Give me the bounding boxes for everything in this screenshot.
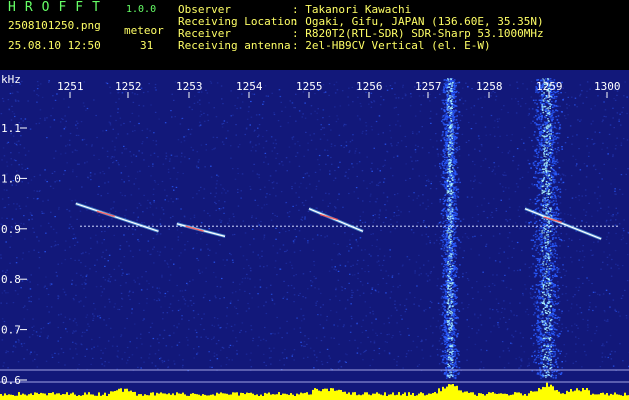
y-tick-label: 0.9 bbox=[1, 223, 21, 236]
x-tick-label: 1300 bbox=[594, 80, 621, 93]
x-tick-label: 1257 bbox=[415, 80, 442, 93]
antenna-value: : 2el-HB9CV Vertical (el. E-W) bbox=[292, 39, 491, 52]
y-tick-label: 0.7 bbox=[1, 324, 21, 337]
app-brand: HROFFT bbox=[8, 0, 109, 15]
header-panel: HROFFT 1.0.0 2508101250.png meteor 25.08… bbox=[0, 0, 629, 70]
meteor-count-label: meteor bbox=[124, 24, 164, 37]
image-filename: 2508101250.png bbox=[8, 19, 101, 32]
y-tick-label: 0.6 bbox=[1, 374, 21, 387]
y-tick-label: 1.0 bbox=[1, 172, 21, 185]
spectrogram-svg: 1251 1252 1253 1254 1255 1256 1257 1258 1259 1300… bbox=[0, 70, 629, 400]
antenna-label: Receiving antenna bbox=[178, 39, 291, 52]
x-tick-label: 1254 bbox=[236, 80, 263, 93]
y-axis-label: kHz bbox=[1, 73, 21, 86]
x-tick-label: 1256 bbox=[356, 80, 383, 93]
x-tick-label: 1259 bbox=[536, 80, 563, 93]
y-tick-label: 1.1 bbox=[1, 122, 21, 135]
x-tick-label: 1251 bbox=[57, 80, 84, 93]
app-version: 1.0.0 bbox=[126, 4, 157, 15]
x-tick-label: 1253 bbox=[176, 80, 203, 93]
timestamp: 25.08.10 12:50 bbox=[8, 39, 101, 52]
y-tick-label: 0.8 bbox=[1, 273, 21, 286]
x-tick-label: 1258 bbox=[476, 80, 503, 93]
meteor-count-value: 31 bbox=[140, 39, 154, 52]
x-tick-label: 1255 bbox=[296, 80, 323, 93]
x-tick-label: 1252 bbox=[115, 80, 142, 93]
spectrogram-plot: 1251 1252 1253 1254 1255 1256 1257 1258 1259 1300… bbox=[0, 70, 629, 400]
